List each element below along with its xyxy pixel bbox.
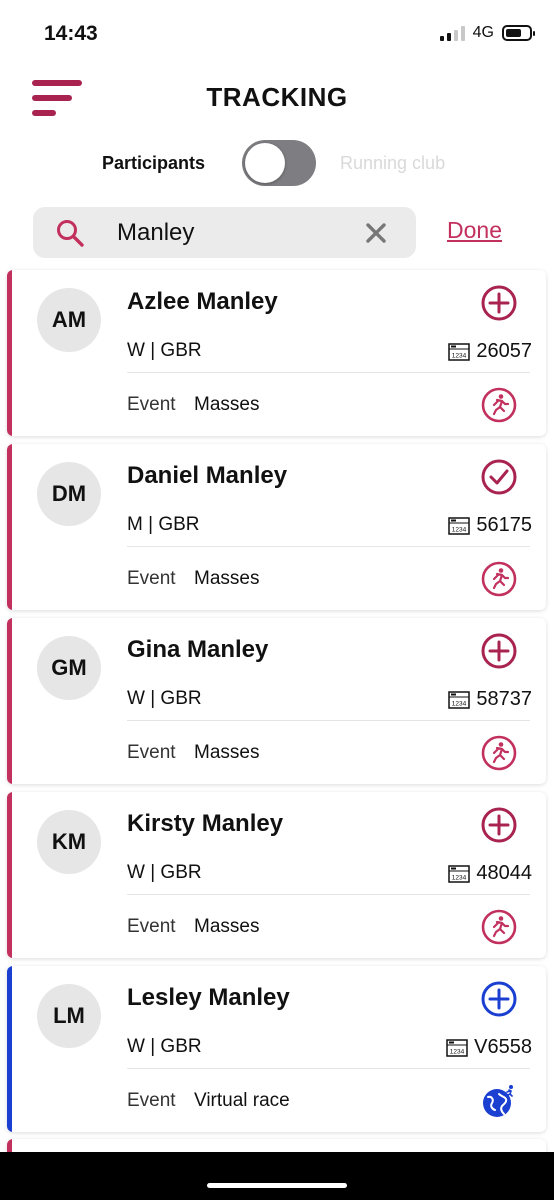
participant-card[interactable]: KM Kirsty Manley W | GBR 1234 48044 Event Mass… [7, 792, 546, 958]
search-icon [57, 220, 84, 247]
divider [127, 372, 530, 373]
home-indicator [207, 1183, 347, 1188]
search-query: Manley [117, 219, 195, 246]
bib-value: 56175 [476, 514, 532, 536]
card-accent-bar [7, 444, 12, 610]
battery-icon [502, 25, 535, 41]
add-circle-icon[interactable] [480, 284, 518, 322]
divider [127, 1068, 530, 1069]
add-circle-icon[interactable] [480, 980, 518, 1018]
bib-icon: 1234 [448, 516, 471, 535]
svg-text:1234: 1234 [452, 874, 467, 881]
participant-name: Azlee Manley [127, 288, 278, 315]
bib-value: 58737 [476, 688, 532, 710]
signal-icon [439, 25, 465, 41]
check-circle-icon[interactable] [480, 458, 518, 496]
bib-icon: 1234 [446, 1038, 468, 1057]
svg-text:1234: 1234 [452, 526, 467, 533]
bib-number: 1234 48044 [448, 862, 532, 885]
event-name: Masses [194, 916, 260, 937]
participant-card[interactable]: LM Lesley Manley W | GBR 1234 V6558 Event Virt… [7, 966, 546, 1132]
card-accent-bar [7, 618, 12, 784]
status-bar: 14:43 4G [0, 0, 554, 64]
divider [127, 894, 530, 895]
divider [127, 546, 530, 547]
bib-number: 1234 56175 [448, 514, 532, 537]
participant-gender-country: W | GBR [127, 688, 202, 709]
page-title: TRACKING [206, 82, 348, 112]
status-time: 14:43 [44, 22, 98, 45]
event-name: Masses [194, 394, 260, 415]
participant-card[interactable]: DM Daniel Manley M | GBR 1234 56175 Event Mass… [7, 444, 546, 610]
bib-value: 26057 [476, 340, 532, 362]
bib-value: V6558 [474, 1036, 532, 1058]
avatar: AM [37, 288, 101, 352]
event-name: Masses [194, 742, 260, 763]
mode-toggle-switch[interactable] [242, 140, 316, 186]
event-name: Virtual race [194, 1090, 290, 1111]
svg-text:1234: 1234 [450, 1048, 465, 1055]
event-label: Event [127, 742, 176, 763]
svg-text:1234: 1234 [452, 700, 467, 707]
add-circle-icon[interactable] [480, 632, 518, 670]
event-name: Masses [194, 568, 260, 589]
mode-toggle-row: Participants Running club [0, 140, 554, 186]
runner-icon [480, 386, 518, 424]
participant-name: Daniel Manley [127, 462, 288, 489]
avatar: DM [37, 462, 101, 526]
participant-name: Lesley Manley [127, 984, 290, 1011]
runner-icon [480, 734, 518, 772]
globe-runner-icon [480, 1082, 518, 1120]
done-button[interactable]: Done [447, 217, 502, 244]
divider [127, 720, 530, 721]
toggle-label-running-club[interactable]: Running club [340, 153, 445, 174]
participant-name: Kirsty Manley [127, 810, 284, 837]
participant-gender-country: W | GBR [127, 862, 202, 883]
avatar: KM [37, 810, 101, 874]
bib-number: 1234 V6558 [446, 1036, 532, 1059]
bib-icon: 1234 [448, 864, 471, 883]
clear-icon[interactable] [364, 221, 388, 245]
avatar: LM [37, 984, 101, 1048]
search-input[interactable]: Manley [33, 207, 416, 258]
svg-text:1234: 1234 [452, 352, 467, 359]
network-type: 4G [472, 24, 494, 41]
participant-gender-country: M | GBR [127, 514, 200, 535]
participant-gender-country: W | GBR [127, 1036, 202, 1057]
bib-icon: 1234 [448, 342, 471, 361]
participant-name: Gina Manley [127, 636, 269, 663]
participant-card[interactable]: GM Gina Manley W | GBR 1234 58737 Event Masses [7, 618, 546, 784]
avatar: GM [37, 636, 101, 700]
card-accent-bar [7, 966, 12, 1132]
runner-icon [480, 560, 518, 598]
add-circle-icon[interactable] [480, 806, 518, 844]
participant-gender-country: W | GBR [127, 340, 202, 361]
status-indicators: 4G [439, 24, 535, 42]
toggle-label-participants[interactable]: Participants [102, 153, 205, 174]
toggle-knob [245, 143, 285, 183]
bib-number: 1234 26057 [448, 340, 532, 363]
participant-card[interactable]: AM Azlee Manley W | GBR 1234 26057 Event Masse… [7, 270, 546, 436]
card-accent-bar [7, 792, 12, 958]
bib-value: 48044 [476, 862, 532, 884]
event-label: Event [127, 916, 176, 937]
card-accent-bar [7, 270, 12, 436]
bib-number: 1234 58737 [448, 688, 532, 711]
event-label: Event [127, 568, 176, 589]
bib-icon: 1234 [448, 690, 471, 709]
event-label: Event [127, 1090, 176, 1111]
event-label: Event [127, 394, 176, 415]
bottom-safe-area [0, 1152, 554, 1200]
runner-icon [480, 908, 518, 946]
